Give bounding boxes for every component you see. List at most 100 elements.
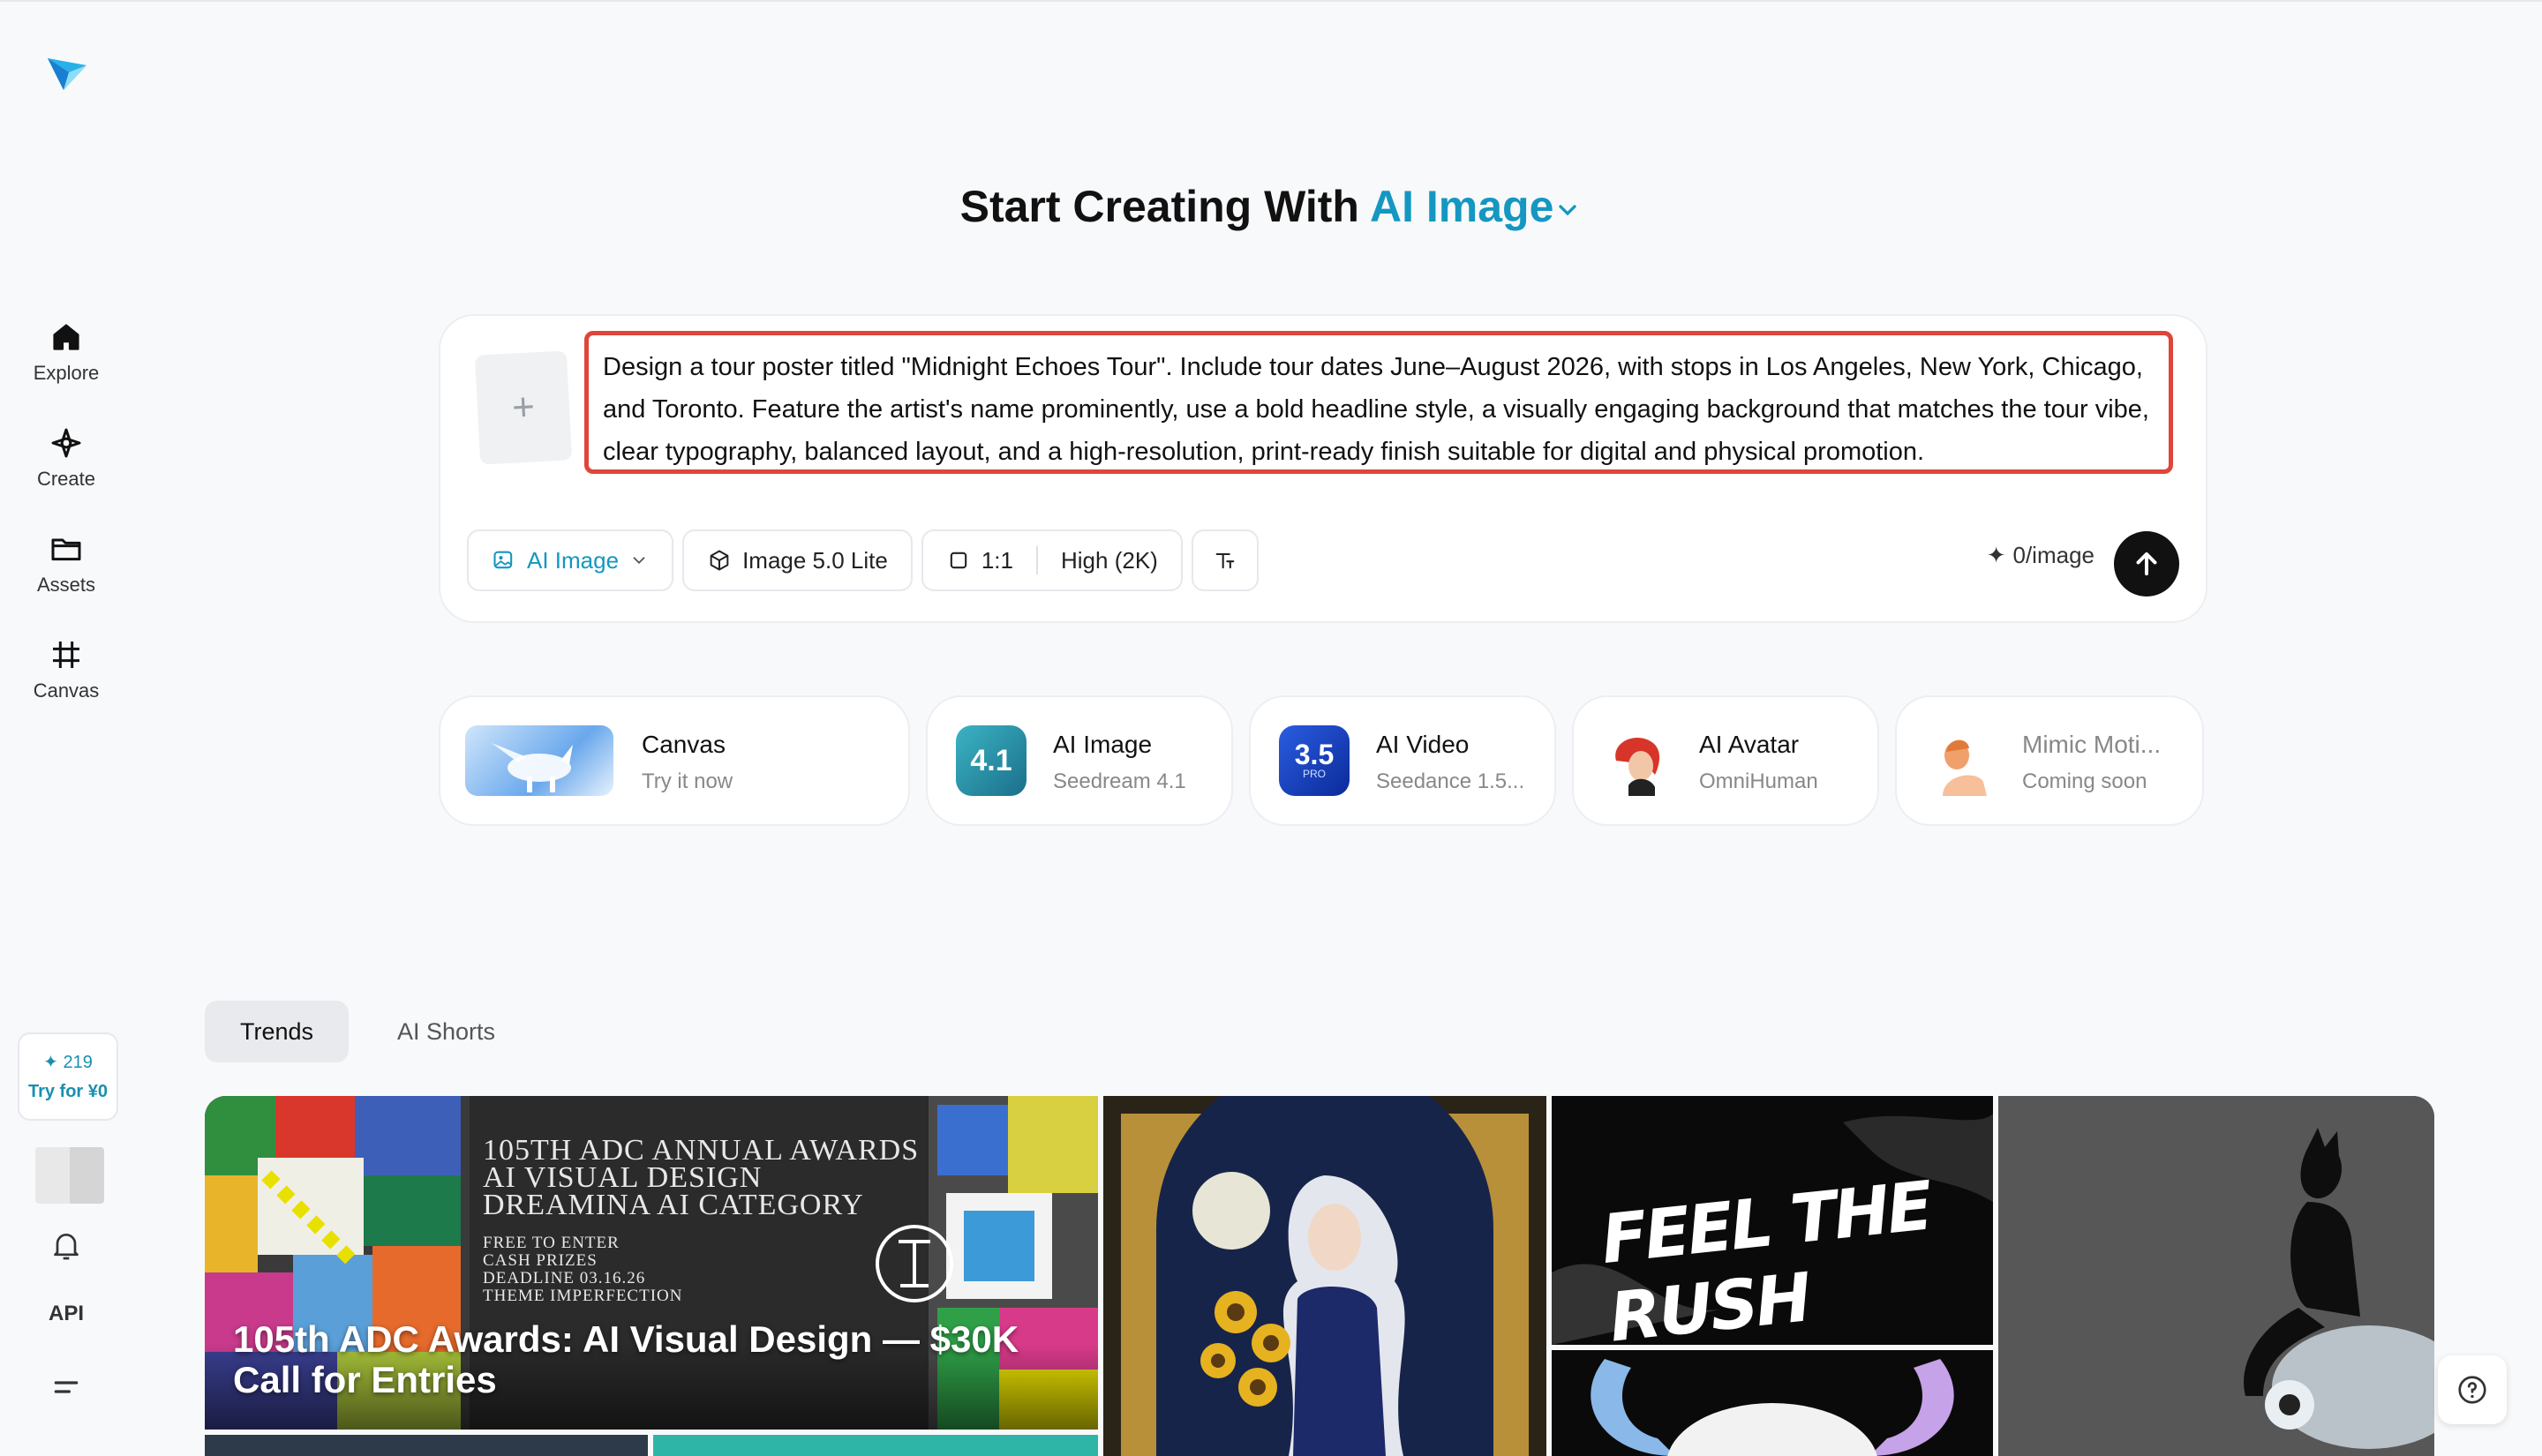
sidebar-item-label: Canvas [33, 679, 100, 702]
feature-title: AI Image [1053, 731, 1153, 758]
feature-card-ai-image[interactable]: 4.1 AI Image Seedream 4.1 [926, 695, 1233, 826]
divider [1036, 546, 1038, 574]
feature-title: AI Avatar [1699, 731, 1800, 758]
sparkle-small-icon: ✦ [43, 1053, 58, 1072]
api-link[interactable]: API [0, 1302, 132, 1326]
banner-line: 105TH ADC ANNUAL AWARDS [483, 1134, 920, 1167]
dreamina-logo[interactable] [42, 46, 92, 95]
gallery-tile[interactable] [653, 1435, 1098, 1456]
feature-card-ai-avatar[interactable]: AI Avatar OmniHuman [1572, 695, 1879, 826]
generate-button[interactable] [2114, 531, 2179, 597]
square-ratio-icon [950, 552, 967, 569]
tab-trends[interactable]: Trends [205, 1001, 350, 1062]
feature-subtitle: Coming soon [2022, 769, 2147, 793]
plus-icon: + [510, 385, 537, 430]
cost-label: 0/image [2012, 542, 2095, 568]
feature-title: Canvas [642, 731, 726, 758]
feature-card-canvas[interactable]: Canvas Try it now [439, 695, 910, 826]
feature-cards: Canvas Try it now 4.1 AI Image Seedream … [439, 695, 2204, 826]
banner-detail: DEADLINE 03.16.26 [483, 1269, 646, 1287]
feature-subtitle: OmniHuman [1699, 769, 1818, 793]
sidebar-item-canvas[interactable]: Canvas [0, 637, 132, 717]
image-icon [493, 551, 513, 569]
sidebar-item-label: Assets [36, 574, 96, 596]
gallery-tile-horns[interactable] [1552, 1350, 1993, 1456]
banner-line: AI VISUAL DESIGN [483, 1161, 763, 1194]
chevron-down-icon [633, 557, 645, 565]
gallery-tile-feel-the-rush[interactable]: FEEL THE RUSH [1552, 1096, 1993, 1345]
mode-dropdown[interactable]: AI Image [1370, 182, 1582, 231]
avatar-face-icon [1615, 737, 1660, 796]
sidebar-item-assets[interactable]: Assets [0, 531, 132, 611]
mimic-thumbnail [1925, 725, 1996, 796]
model-select[interactable]: Image 5.0 Lite [682, 529, 913, 591]
text-format-icon [1215, 552, 1235, 569]
crop-icon [53, 642, 79, 668]
chevron-down-icon [1559, 205, 1577, 216]
banner-line: DREAMINA AI CATEGORY [483, 1189, 864, 1221]
credit-value: 219 [63, 1053, 93, 1072]
menu-icon[interactable] [49, 1370, 84, 1405]
home-icon [53, 324, 79, 350]
trends-gallery: 105TH ADC ANNUAL AWARDS AI VISUAL DESIGN… [205, 1096, 2434, 1456]
feature-subtitle: Try it now [642, 769, 733, 793]
ratio-label: 1:1 [981, 546, 1013, 574]
tab-ai-shorts[interactable]: AI Shorts [362, 1001, 530, 1062]
prompt-input[interactable]: Design a tour poster titled "Midnight Ec… [584, 331, 2173, 474]
avatar-thumbnail [1602, 725, 1673, 796]
mode-label: AI Image [1369, 182, 1554, 231]
horns-artwork [1591, 1359, 1954, 1456]
seedance-icon: 3.5 PRO [1279, 725, 1350, 796]
seedream-icon: 4.1 [956, 725, 1027, 796]
gallery-banner-adc-awards[interactable]: 105TH ADC ANNUAL AWARDS AI VISUAL DESIGN… [205, 1096, 1098, 1430]
upload-reference-button[interactable]: + [474, 350, 573, 465]
sidebar-item-create[interactable]: Create [0, 425, 132, 505]
model-badge: 4.1 [970, 743, 1012, 777]
page-title: Start Creating With AI Image [0, 181, 2542, 232]
model-badge: 3.5 [1294, 739, 1335, 770]
model-label: Image 5.0 Lite [742, 546, 888, 574]
banner-title: 105th ADC Awards: AI Visual Design — $30… [233, 1318, 1019, 1400]
banner-text-block: 105TH ADC ANNUAL AWARDS AI VISUAL DESIGN… [483, 1134, 920, 1305]
feature-subtitle: Seedream 4.1 [1053, 769, 1186, 793]
sparkle-icon [51, 428, 81, 458]
sidebar-item-label: Create [36, 468, 96, 490]
credit-count: ✦ 219 [43, 1051, 93, 1073]
arrow-up-icon [2136, 552, 2157, 576]
figure-icon [1943, 739, 1987, 796]
help-button[interactable] [2438, 1355, 2507, 1424]
feature-card-mimic-motion[interactable]: Mimic Moti... Coming soon [1895, 695, 2204, 826]
gallery-tile[interactable] [205, 1435, 648, 1456]
prompt-card: + Design a tour poster titled "Midnight … [439, 314, 2207, 623]
prompt-toolbar: AI Image Image 5.0 Lite 1:1 High (2K) [467, 529, 1259, 595]
canvas-thumbnail [465, 725, 613, 796]
cube-icon [710, 550, 729, 571]
folder-icon [51, 538, 81, 561]
sidebar-item-explore[interactable]: Explore [0, 319, 132, 399]
pro-badge: PRO [1302, 768, 1326, 780]
text-style-button[interactable] [1191, 529, 1259, 591]
feature-title: AI Video [1376, 731, 1470, 758]
cat-figure-artwork [1998, 1096, 2434, 1456]
feature-card-ai-video[interactable]: 3.5 PRO AI Video Seedance 1.5... [1249, 695, 1556, 826]
bell-icon[interactable] [49, 1227, 84, 1263]
gallery-tile-cat-figure[interactable] [1998, 1096, 2434, 1456]
sidebar-item-label: Explore [33, 362, 100, 384]
pegasus-icon [492, 743, 573, 792]
feature-title: Mimic Moti... [2022, 731, 2162, 758]
sparkle-small-icon: ✦ [1986, 542, 2006, 568]
gallery-tile-sunflower-portrait[interactable] [1103, 1096, 1546, 1456]
mode-select[interactable]: AI Image [467, 529, 674, 591]
banner-detail: THEME IMPERFECTION [483, 1287, 683, 1305]
ratio-quality-select[interactable]: 1:1 High (2K) [921, 529, 1183, 591]
avatar[interactable] [35, 1147, 104, 1204]
cost-indicator: ✦ 0/image [1987, 542, 2095, 569]
sunflower-portrait-artwork [1103, 1096, 1546, 1456]
try-free-label: Try for ¥0 [27, 1082, 109, 1101]
question-icon [2458, 1376, 2486, 1404]
banner-detail: FREE TO ENTER [483, 1234, 620, 1252]
mode-select-label: AI Image [527, 546, 620, 574]
feature-subtitle: Seedance 1.5... [1376, 769, 1525, 793]
banner-detail: CASH PRIZES [483, 1251, 598, 1270]
credits-box[interactable]: ✦ 219 Try for ¥0 [18, 1032, 118, 1121]
